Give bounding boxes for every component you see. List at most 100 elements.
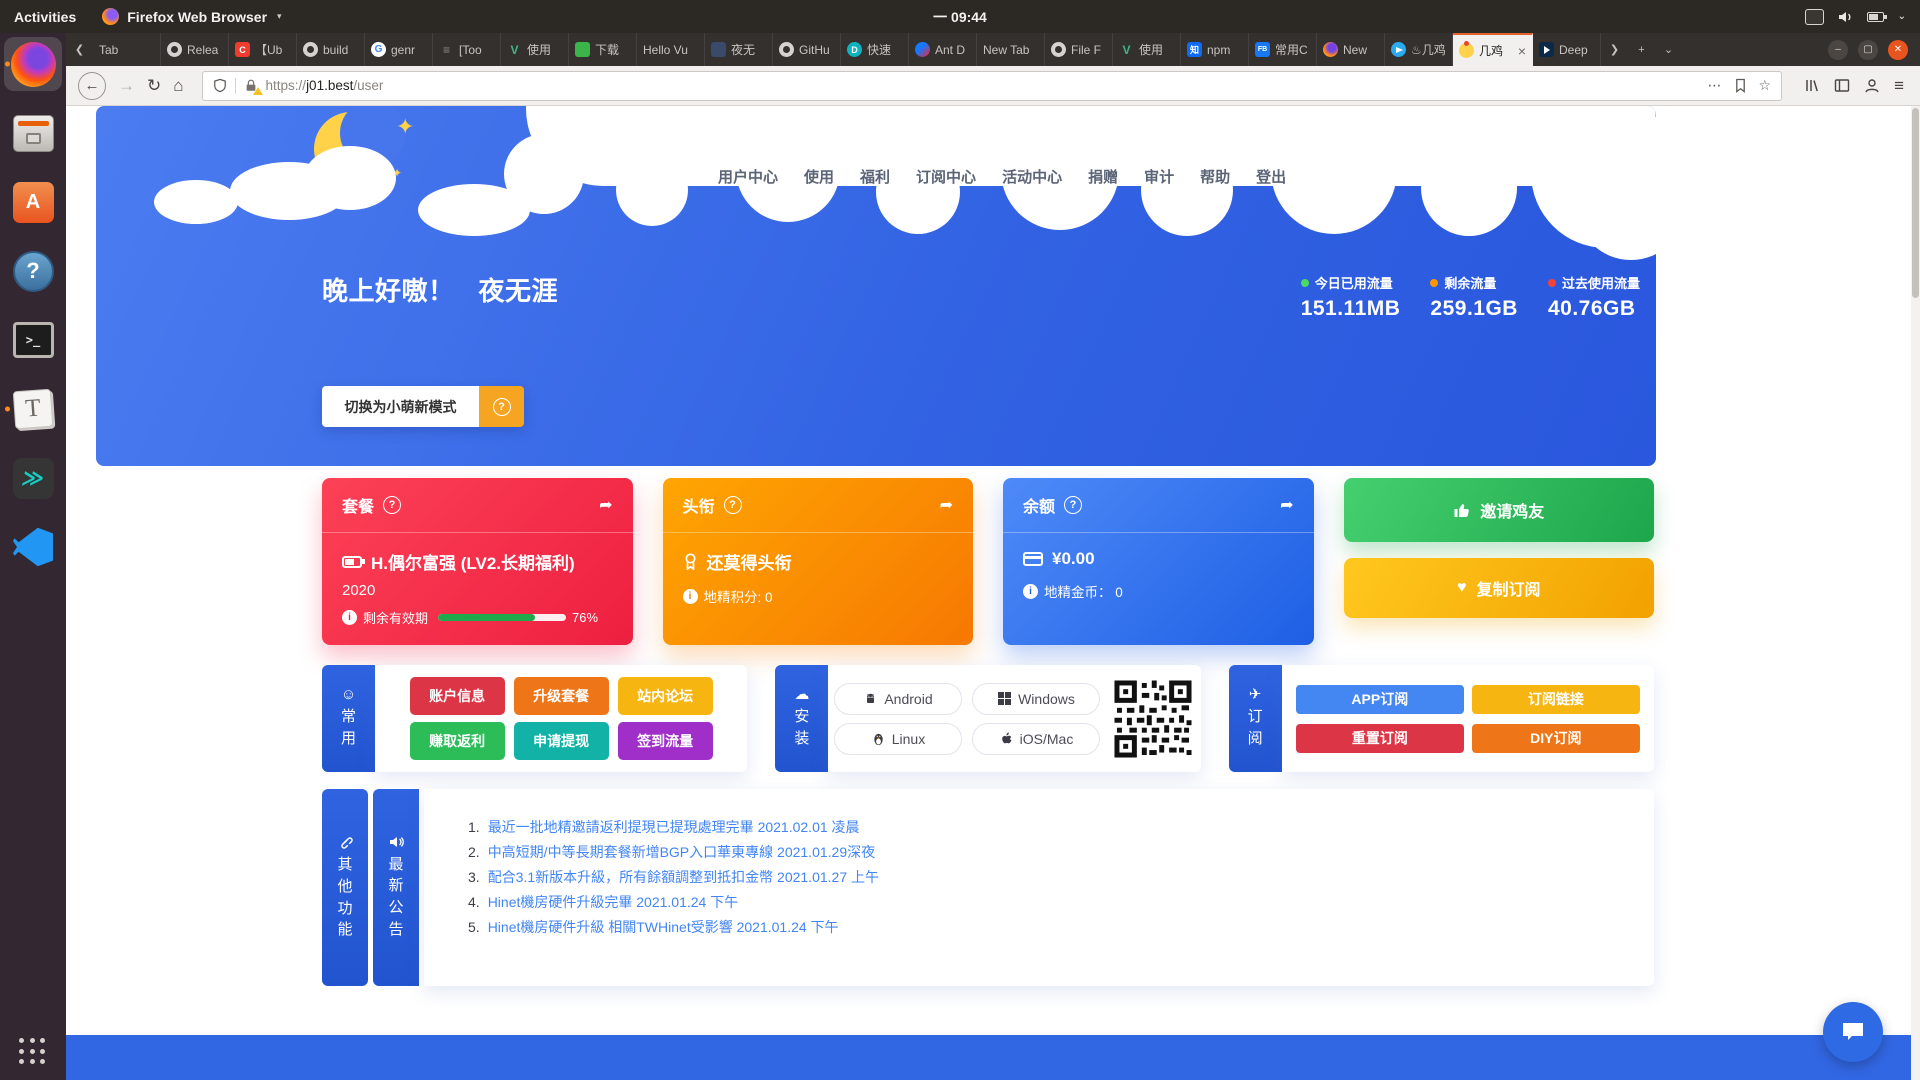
browser-tab[interactable]: 夜无 [705,33,773,66]
invite-friends-button[interactable]: 邀请鸡友 [1344,478,1655,542]
clock[interactable]: 一 09:44 [933,7,987,27]
dock-item-files[interactable] [4,106,62,160]
dock-item-vscode[interactable] [4,520,62,574]
browser-tab[interactable]: GitHu [773,33,841,66]
subscribe-tab[interactable]: ✈ 订阅 [1229,665,1282,772]
browser-tab[interactable]: 知npm [1181,33,1249,66]
browser-tab[interactable]: Ggenr [365,33,433,66]
dock-item-help[interactable]: ? [4,244,62,298]
scroll-tabs-left-button[interactable]: ❮ [66,33,93,66]
checkin-traffic-button[interactable]: 签到流量 [618,722,713,760]
browser-tab[interactable]: Ant D [909,33,977,66]
nav-item-subscribe-center[interactable]: 订阅中心 [916,166,976,187]
earn-rebate-button[interactable]: 赚取返利 [410,722,505,760]
battery-icon[interactable] [1867,12,1884,22]
bookmark-ribbon-icon[interactable] [1734,78,1747,93]
dock-item-remote-app[interactable]: ≫ [4,451,62,505]
dock-item-text-editor[interactable]: T [4,382,62,436]
page-scrollbar[interactable] [1911,106,1920,1080]
app-menu[interactable]: Firefox Web Browser ▾ [102,8,281,25]
help-icon[interactable]: ? [724,496,742,514]
minimize-button[interactable]: – [1828,40,1848,60]
browser-tab[interactable]: C【Ub [229,33,297,66]
upgrade-plan-button[interactable]: 升级套餐 [514,677,609,715]
scrollbar-thumb[interactable] [1912,108,1919,298]
nav-item-donate[interactable]: 捐赠 [1088,166,1118,187]
announcement-link[interactable]: Hinet機房硬件升級 相關TWHinet受影響 2021.01.24 下午 [488,915,839,940]
browser-tab[interactable]: Deep [1533,33,1601,66]
chat-widget-button[interactable] [1823,1002,1883,1062]
browser-tab[interactable]: Relea [161,33,229,66]
plan-card[interactable]: 套餐 ? ➦ H.偶尔富强 (LV2.长期福利) 2020 i 剩余有效期 76… [322,478,633,645]
browser-tab[interactable]: File F [1045,33,1113,66]
sidebar-icon[interactable] [1834,78,1850,93]
mode-help-button[interactable]: ? [479,386,524,427]
linux-button[interactable]: Linux [834,723,962,755]
nav-item-usage[interactable]: 使用 [804,166,834,187]
close-window-button[interactable]: ✕ [1888,40,1908,60]
dock-item-firefox[interactable] [4,37,62,91]
share-arrow-icon[interactable]: ➦ [940,495,953,515]
active-tab[interactable]: 几鸡× [1453,33,1533,66]
nav-item-help[interactable]: 帮助 [1200,166,1230,187]
scroll-tabs-right-button[interactable]: ❯ [1601,33,1628,66]
announcement-link[interactable]: 最近一批地精邀請返利提現已提現處理完畢 2021.02.01 凌晨 [488,815,860,840]
nav-item-activity-center[interactable]: 活动中心 [1002,166,1062,187]
announcement-link[interactable]: 中高短期/中等長期套餐新增BGP入口華東專線 2021.01.29深夜 [488,840,875,865]
diy-subscription-button[interactable]: DIY订阅 [1472,724,1640,753]
latest-news-tab[interactable]: 最新公告 [373,789,419,986]
share-arrow-icon[interactable]: ➦ [599,495,612,515]
url-bar[interactable]: https://j01.best/user ⋯ ☆ [202,71,1783,101]
windows-button[interactable]: Windows [972,683,1100,715]
keyboard-layout-icon[interactable] [1805,9,1824,25]
nav-item-logout[interactable]: 登出 [1256,166,1286,187]
activities-button[interactable]: Activities [14,9,76,25]
list-all-tabs-button[interactable]: ⌄ [1655,33,1682,66]
copy-subscription-button[interactable]: ♥ 复制订阅 [1344,558,1655,618]
page-actions-icon[interactable]: ⋯ [1708,77,1722,94]
help-icon[interactable]: ? [383,496,401,514]
library-icon[interactable] [1804,78,1820,93]
new-tab-button[interactable]: + [1628,33,1655,66]
help-icon[interactable]: ? [1064,496,1082,514]
subscribe-link-button[interactable]: 订阅链接 [1472,685,1640,714]
shield-icon[interactable] [213,78,227,93]
browser-tab[interactable]: 下载 [569,33,637,66]
browser-tab[interactable]: V使用 [501,33,569,66]
honor-card[interactable]: 头衔 ? ➦ 还莫得头衔 i地精积分: 0 [663,478,974,645]
bookmark-star-icon[interactable]: ☆ [1759,77,1772,94]
common-tab[interactable]: ☺ 常用 [322,665,375,772]
announcement-link[interactable]: 配合3.1新版本升級，所有餘額調整到抵扣金幣 2021.01.27 上午 [488,865,879,890]
other-functions-tab[interactable]: 其他功能 [322,789,368,986]
reset-subscription-button[interactable]: 重置订阅 [1296,724,1464,753]
balance-card[interactable]: 余额 ? ➦ ¥0.00 i地精金币： 0 [1003,478,1314,645]
ios-mac-button[interactable]: iOS/Mac [972,723,1100,755]
browser-tab[interactable]: New Tab [977,33,1045,66]
withdraw-button[interactable]: 申请提现 [514,722,609,760]
dock-item-software[interactable]: A [4,175,62,229]
browser-tab[interactable]: ≡[Too [433,33,501,66]
menu-icon[interactable]: ≡ [1894,76,1904,96]
close-tab-icon[interactable]: × [1518,43,1526,59]
maximize-button[interactable]: ▢ [1858,40,1878,60]
back-button[interactable]: ← [78,72,106,100]
browser-tab[interactable]: V使用 [1113,33,1181,66]
reload-button[interactable]: ↻ [147,76,161,96]
nav-item-user-center[interactable]: 用户中心 [718,166,778,187]
system-tray[interactable]: ⌄ [1805,9,1906,25]
forward-button[interactable]: → [118,76,135,96]
android-button[interactable]: Android [834,683,962,715]
lock-icon[interactable] [244,78,258,93]
newbie-mode-switch[interactable]: 切换为小萌新模式 ? [322,386,524,427]
show-applications-button[interactable] [19,1038,47,1066]
chevron-down-icon[interactable]: ⌄ [1898,11,1906,22]
browser-tab[interactable]: FB常用C [1249,33,1317,66]
account-icon[interactable] [1864,78,1880,93]
account-info-button[interactable]: 账户信息 [410,677,505,715]
dock-item-terminal[interactable]: >_ [4,313,62,367]
nav-item-welfare[interactable]: 福利 [860,166,890,187]
browser-tab[interactable]: New [1317,33,1385,66]
share-arrow-icon[interactable]: ➦ [1280,495,1293,515]
install-tab[interactable]: ☁ 安装 [775,665,828,772]
forum-button[interactable]: 站内论坛 [618,677,713,715]
